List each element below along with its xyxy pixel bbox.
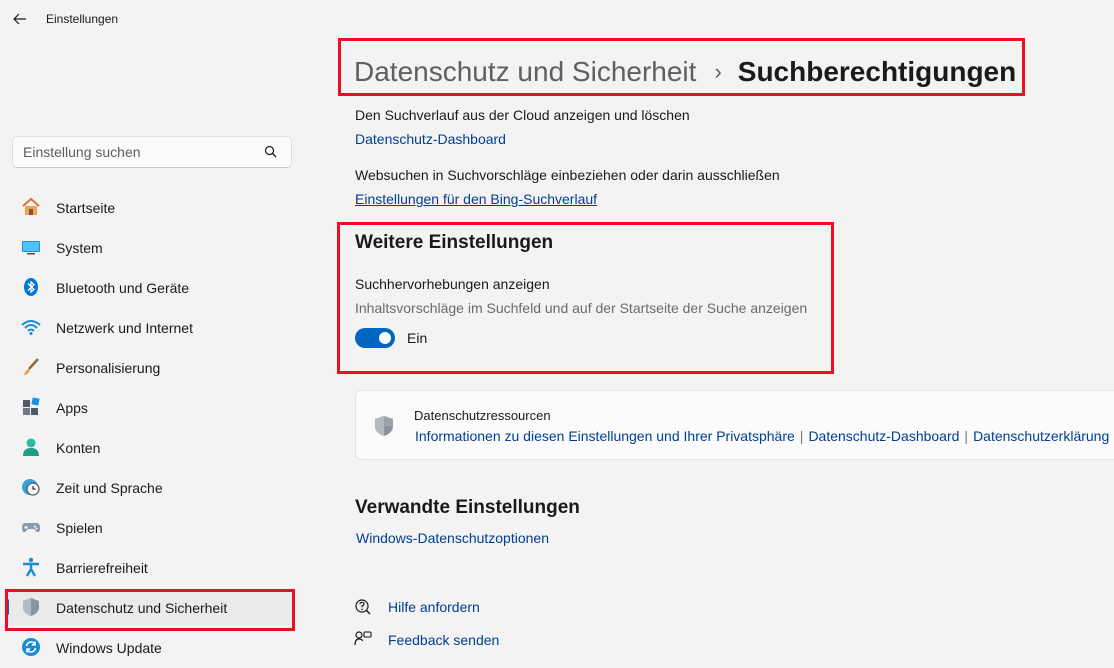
- resources-title: Datenschutzressourcen: [414, 408, 551, 423]
- sidebar-item-label: Datenschutz und Sicherheit: [56, 600, 228, 616]
- shield-icon: [23, 598, 39, 616]
- sidebar-item-label: Spielen: [56, 520, 103, 536]
- brush-icon: [24, 358, 39, 375]
- bing-history-settings-link[interactable]: Einstellungen für den Bing-Suchverlauf: [355, 191, 597, 207]
- sidebar-item-zeit[interactable]: Zeit und Sprache: [6, 469, 294, 505]
- breadcrumb-parent-link[interactable]: Datenschutz und Sicherheit: [354, 56, 696, 88]
- privacy-resources-card: Datenschutzressourcen Informationen zu d…: [355, 390, 1114, 460]
- related-settings-heading: Verwandte Einstellungen: [355, 497, 580, 518]
- get-help-link[interactable]: Hilfe anfordern: [388, 599, 480, 615]
- sidebar-item-label: Konten: [56, 440, 101, 456]
- search-highlights-title: Suchhervorhebungen anzeigen: [355, 276, 550, 292]
- websearch-text: Websuchen in Suchvorschläge einbeziehen …: [355, 167, 780, 183]
- sidebar-item-label: Startseite: [56, 200, 116, 216]
- wifi-icon: [21, 320, 41, 335]
- sidebar-item-label: Bluetooth und Geräte: [56, 280, 190, 296]
- accessibility-icon: [23, 557, 39, 577]
- cloud-history-text: Den Suchverlauf aus der Cloud anzeigen u…: [355, 107, 690, 123]
- help-icon: [355, 599, 371, 615]
- page-title: Suchberechtigungen: [737, 56, 1017, 87]
- clock-globe-icon: [22, 479, 40, 496]
- link-separator: |: [799, 428, 804, 444]
- resources-links: Informationen zu diesen Einstellungen un…: [415, 428, 1109, 444]
- shield-icon: [375, 416, 393, 436]
- sidebar-item-spielen[interactable]: Spielen: [6, 509, 294, 545]
- home-icon: [22, 197, 40, 215]
- person-icon: [23, 438, 39, 456]
- privacy-info-link[interactable]: Informationen zu diesen Einstellungen un…: [415, 428, 795, 444]
- sidebar-item-label: Windows Update: [56, 640, 162, 656]
- settings-search[interactable]: [12, 136, 292, 168]
- breadcrumb: Datenschutz und Sicherheit › Suchberecht…: [354, 52, 1016, 92]
- search-input[interactable]: [13, 137, 253, 167]
- sidebar-item-system[interactable]: System: [6, 229, 294, 265]
- sidebar-item-label: Barrierefreiheit: [56, 560, 148, 576]
- toggle-knob: [379, 332, 391, 344]
- feedback-icon: [354, 631, 372, 646]
- sidebar-item-datenschutz[interactable]: Datenschutz und Sicherheit: [6, 589, 294, 625]
- sidebar-item-label: System: [56, 240, 103, 256]
- search-highlights-toggle[interactable]: [355, 328, 395, 348]
- update-icon: [22, 638, 40, 656]
- sidebar-item-label: Personalisierung: [56, 360, 161, 376]
- breadcrumb-chevron-icon: ›: [714, 59, 722, 84]
- send-feedback-link[interactable]: Feedback senden: [388, 632, 499, 648]
- monitor-icon: [22, 241, 40, 255]
- sidebar-item-label: Netzwerk und Internet: [56, 320, 193, 336]
- sidebar-item-windows-update[interactable]: Windows Update: [6, 629, 294, 665]
- resources-dashboard-link[interactable]: Datenschutz-Dashboard: [808, 428, 959, 444]
- sidebar-nav: Startseite System Bluetooth und Geräte N…: [6, 189, 294, 668]
- gamepad-icon: [22, 523, 40, 533]
- sidebar-item-apps[interactable]: Apps: [6, 389, 294, 425]
- sidebar-item-personalisierung[interactable]: Personalisierung: [6, 349, 294, 385]
- sidebar-item-netzwerk[interactable]: Netzwerk und Internet: [6, 309, 294, 345]
- link-separator: |: [964, 428, 969, 444]
- sidebar-item-label: Zeit und Sprache: [56, 480, 163, 496]
- app-title: Einstellungen: [46, 12, 119, 26]
- privacy-statement-link[interactable]: Datenschutzerklärung: [973, 428, 1109, 444]
- apps-icon: [23, 397, 40, 415]
- sidebar-item-barrierefreiheit[interactable]: Barrierefreiheit: [6, 549, 294, 585]
- search-icon[interactable]: [263, 144, 279, 160]
- sidebar-item-startseite[interactable]: Startseite: [6, 189, 294, 225]
- sidebar-item-konten[interactable]: Konten: [6, 429, 294, 465]
- search-highlights-description: Inhaltsvorschläge im Suchfeld und auf de…: [355, 300, 808, 316]
- more-settings-heading: Weitere Einstellungen: [355, 232, 554, 253]
- back-arrow-icon[interactable]: [10, 8, 30, 30]
- sidebar-item-label: Apps: [56, 400, 88, 416]
- toggle-state-label: Ein: [407, 330, 428, 346]
- windows-privacy-options-link[interactable]: Windows-Datenschutzoptionen: [356, 530, 549, 546]
- bluetooth-icon: [24, 278, 38, 296]
- sidebar-item-bluetooth[interactable]: Bluetooth und Geräte: [6, 269, 294, 305]
- privacy-dashboard-link[interactable]: Datenschutz-Dashboard: [355, 131, 506, 147]
